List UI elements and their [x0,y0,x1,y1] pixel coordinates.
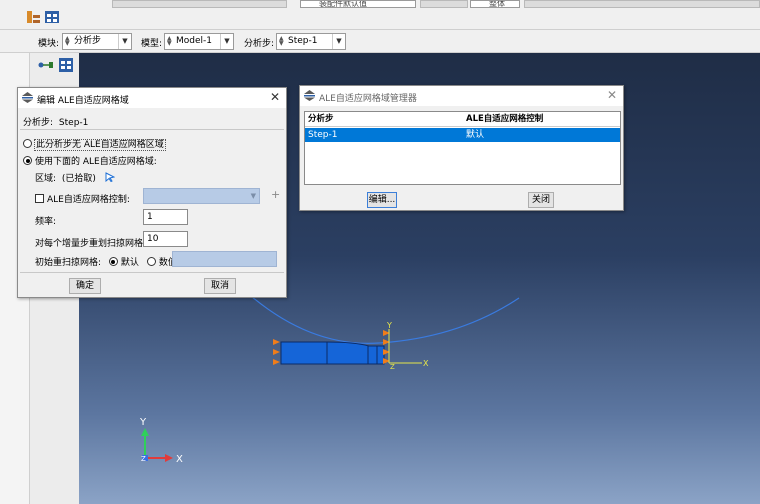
rigid-surface-curve [243,289,520,344]
col-header-step[interactable]: 分析步 [305,112,463,127]
step-info-value: Step-1 [58,118,89,128]
module-label: 模块: [38,39,60,49]
close-icon[interactable]: ✕ [607,88,617,102]
option-use-radio[interactable]: 使用下面的 ALE自适应网格域: [23,154,157,167]
radio-button[interactable] [146,257,156,266]
query-tools-strip[interactable] [524,0,760,8]
part-y-label: Y [386,321,392,330]
sweeps-label: 对每个增量步重划扫掠网格: [35,239,147,249]
part-z-label: Z [390,363,395,371]
dialog-title-bar[interactable]: ALE自适应网格域管理器 ✕ [300,86,623,106]
control-label: ALE自适应网格控制: [47,195,130,205]
context-bar: 模块: ▲ ▼ 分析步 ▼ 模型: ▲ ▼ Model-1 ▼ 分析步: ▲ ▼ St… [0,30,760,53]
triad-x-arrow [165,454,173,462]
model-label: 模型: [141,39,163,49]
module-combo[interactable]: ▲ ▼ 分析步 ▼ [62,33,132,50]
module-value: 分析步 [74,36,102,46]
part-body [280,341,385,365]
option-use-label: 使用下面的 ALE自适应网格域: [35,157,157,167]
step-value: Step-1 [288,36,318,46]
dropdown-arrow-icon: ▼ [250,192,256,200]
initial-default-radio[interactable]: 默认 [108,257,139,268]
step-combo[interactable]: ▲ ▼ Step-1 ▼ [276,33,346,50]
render-style-combo[interactable]: 装配件默认值 [300,0,416,8]
abaqus-dialog-icon [304,90,315,101]
region-row: 区域: (已拾取) [35,171,115,184]
manager-table-icon[interactable] [58,57,74,73]
display-tools-strip[interactable] [420,0,468,8]
part-x-label: X [423,359,429,368]
ok-button[interactable]: 确定 [69,278,101,294]
dropdown-arrow-icon[interactable]: ▼ [220,34,233,49]
spin-icon: ▲ ▼ [167,35,172,47]
bc-marker [273,339,280,345]
step-info-label: 分析步: [23,118,54,128]
close-icon[interactable]: ✕ [270,90,280,104]
connector-icon[interactable] [38,59,54,71]
render-style-value: 装配件默认值 [319,0,367,8]
initial-label: 初始重扫掠网格: [35,258,102,268]
radio-button[interactable] [23,156,32,165]
select-arrow-icon[interactable] [105,172,115,182]
part-tree-icon[interactable] [26,9,42,25]
triad-z-label: Z [141,455,146,463]
dialog-title-bar[interactable]: 编辑 ALE自适应网格域 ✕ [18,88,286,108]
view-tools-strip[interactable] [112,0,287,8]
edit-ale-dialog: 编辑 ALE自适应网格域 ✕ 分析步: Step-1 此分析步无 ALE自适应网… [17,87,287,298]
main-toolbar: 装配件默认值 整体 [0,0,760,30]
table-row-step[interactable]: Step-1 [305,128,463,142]
radio-button[interactable] [23,139,32,148]
region-label: 区域: [35,174,57,184]
ale-manager-dialog: ALE自适应网格域管理器 ✕ 分析步 ALE自适应网格控制 Step-1 默认 … [299,85,624,211]
model-combo[interactable]: ▲ ▼ Model-1 ▼ [164,33,234,50]
triad-x-label: X [176,454,183,465]
step-info: 分析步: Step-1 [23,115,88,128]
model-value: Model-1 [176,36,212,46]
dropdown-arrow-icon[interactable]: ▼ [332,34,345,49]
option-none-label: 此分析步无 ALE自适应网格区域 [34,139,166,151]
ale-domain-table: 分析步 ALE自适应网格控制 Step-1 默认 [304,111,621,185]
spin-icon: ▲ ▼ [279,35,284,47]
initial-value-field[interactable] [172,251,277,267]
initial-default-label: 默认 [120,258,139,268]
cancel-button[interactable]: 取消 [204,278,236,294]
frequency-label: 频率: [35,217,57,227]
step-label: 分析步: [244,39,275,49]
divider [20,129,284,130]
option-none-radio[interactable]: 此分析步无 ALE自适应网格区域 [23,137,166,151]
region-value: (已拾取) [61,174,96,184]
close-button[interactable]: 关闭 [528,192,554,208]
initial-remesh-row: 初始重扫掠网格: 默认 数值: [35,255,180,268]
bc-marker [273,359,280,365]
control-checkbox-row[interactable]: ALE自适应网格控制: [35,192,130,205]
dialog-title: 编辑 ALE自适应网格域 [37,96,129,106]
control-combo[interactable]: ▼ [143,188,260,204]
divider [20,272,284,273]
add-plus-icon[interactable]: + [271,188,280,201]
bc-marker [273,349,280,355]
col-header-control[interactable]: ALE自适应网格控制 [463,112,620,127]
control-checkbox[interactable] [35,194,44,203]
edit-button[interactable]: 编辑... [367,192,397,208]
spin-icon: ▲ ▼ [65,35,70,47]
radio-button[interactable] [108,257,118,266]
abaqus-dialog-icon [22,92,33,103]
dropdown-arrow-icon[interactable]: ▼ [118,34,131,49]
section-value: 整体 [489,0,505,8]
frequency-field[interactable]: 1 [143,209,188,225]
table-row-control[interactable]: 默认 [463,128,620,142]
triad-y-arrow [141,428,149,436]
sweeps-field[interactable]: 10 [143,231,188,247]
dialog-title: ALE自适应网格域管理器 [319,94,417,104]
triad-y-label: Y [139,417,147,428]
section-combo[interactable]: 整体 [470,0,520,8]
table-icon[interactable] [44,9,60,25]
